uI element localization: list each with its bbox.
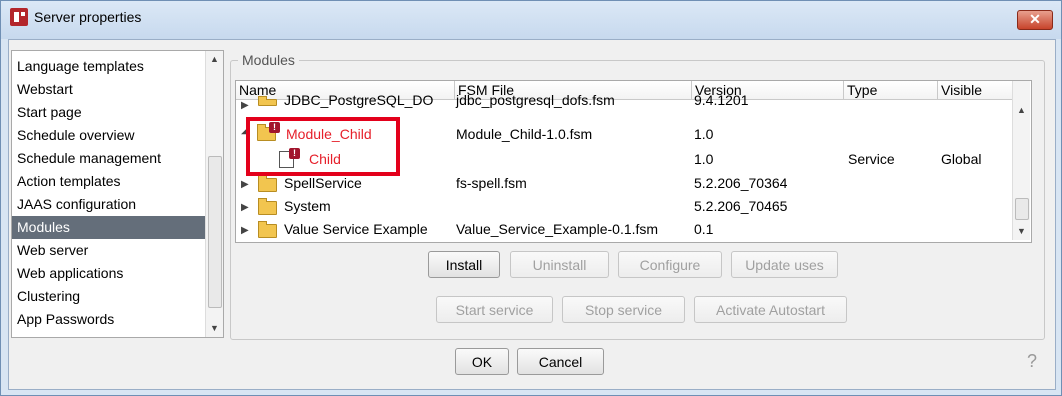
nav-item-clustering[interactable]: Clustering <box>12 285 209 308</box>
module-type: Service <box>848 151 895 167</box>
annotation-highlight-box <box>246 117 400 176</box>
nav-item-start-page[interactable]: Start page <box>12 101 209 124</box>
close-button[interactable]: ✕ <box>1017 10 1053 30</box>
install-button[interactable]: Install <box>428 251 500 278</box>
module-version: 1.0 <box>694 126 714 142</box>
expand-arrow-icon[interactable]: ▶ <box>241 101 249 111</box>
ok-button[interactable]: OK <box>455 348 509 375</box>
module-name: Value Service Example <box>284 221 428 237</box>
nav-item-app-passwords[interactable]: App Passwords <box>12 308 209 331</box>
window-title: Server properties <box>34 9 142 25</box>
nav-item-schedule-overview[interactable]: Schedule overview <box>12 124 209 147</box>
expand-arrow-icon[interactable]: ▶ <box>241 226 249 236</box>
table-scroll-thumb[interactable] <box>1015 198 1029 220</box>
nav-item-modules[interactable]: Modules <box>12 216 209 239</box>
activate-autostart-button[interactable]: Activate Autostart <box>694 296 847 323</box>
start-service-button[interactable]: Start service <box>436 296 553 323</box>
nav-item-webstart[interactable]: Webstart <box>12 78 209 101</box>
nav-item-jaas-configuration[interactable]: JAAS configuration <box>12 193 209 216</box>
nav-item-web-server[interactable]: Web server <box>12 239 209 262</box>
stop-service-button[interactable]: Stop service <box>562 296 685 323</box>
settings-nav-list: Language templates Webstart Start page S… <box>11 50 224 338</box>
module-fsm-file: Module_Child-1.0.fsm <box>456 126 593 142</box>
help-icon[interactable]: ? <box>1027 351 1037 372</box>
module-visible: Global <box>941 151 982 167</box>
module-version: 0.1 <box>694 221 714 237</box>
module-version: 5.2.206_70465 <box>694 198 788 214</box>
update-uses-button[interactable]: Update uses <box>731 251 838 278</box>
configure-button[interactable]: Configure <box>618 251 722 278</box>
module-name: System <box>284 198 331 214</box>
module-version: 5.2.206_70364 <box>694 175 788 191</box>
module-fsm-file: jdbc_postgresql_dofs.fsm <box>456 92 615 108</box>
column-header-type[interactable]: Type <box>844 81 938 100</box>
uninstall-button[interactable]: Uninstall <box>510 251 609 278</box>
expand-arrow-icon[interactable]: ▶ <box>241 180 249 190</box>
module-fsm-file: fs-spell.fsm <box>456 175 527 191</box>
scroll-up-icon[interactable]: ▲ <box>1013 102 1030 119</box>
module-version: 1.0 <box>694 151 714 167</box>
nav-scroll-thumb[interactable] <box>208 156 222 308</box>
modules-table-scrollbar[interactable]: ▲ ▼ <box>1012 81 1030 240</box>
folder-icon <box>258 96 277 106</box>
cancel-button[interactable]: Cancel <box>517 348 604 375</box>
modules-group-title: Modules <box>238 52 299 68</box>
folder-icon <box>258 175 277 192</box>
module-fsm-file: Value_Service_Example-0.1.fsm <box>456 221 659 237</box>
module-version: 9.4.1201 <box>694 92 749 108</box>
app-logo-icon <box>10 8 28 26</box>
scroll-down-icon[interactable]: ▼ <box>206 320 223 337</box>
folder-icon <box>258 221 277 238</box>
expand-arrow-icon[interactable]: ▶ <box>241 203 249 213</box>
scroll-down-icon[interactable]: ▼ <box>1013 223 1030 240</box>
module-name: JDBC_PostgreSQL_DO <box>284 92 434 108</box>
nav-scrollbar[interactable]: ▲ ▼ <box>205 51 223 337</box>
nav-item-language-templates[interactable]: Language templates <box>12 55 209 78</box>
nav-item-action-templates[interactable]: Action templates <box>12 170 209 193</box>
nav-item-schedule-management[interactable]: Schedule management <box>12 147 209 170</box>
folder-icon <box>258 198 277 215</box>
scroll-up-icon[interactable]: ▲ <box>206 51 223 68</box>
title-bar[interactable]: Server properties ✕ <box>1 1 1061 39</box>
nav-item-web-applications[interactable]: Web applications <box>12 262 209 285</box>
